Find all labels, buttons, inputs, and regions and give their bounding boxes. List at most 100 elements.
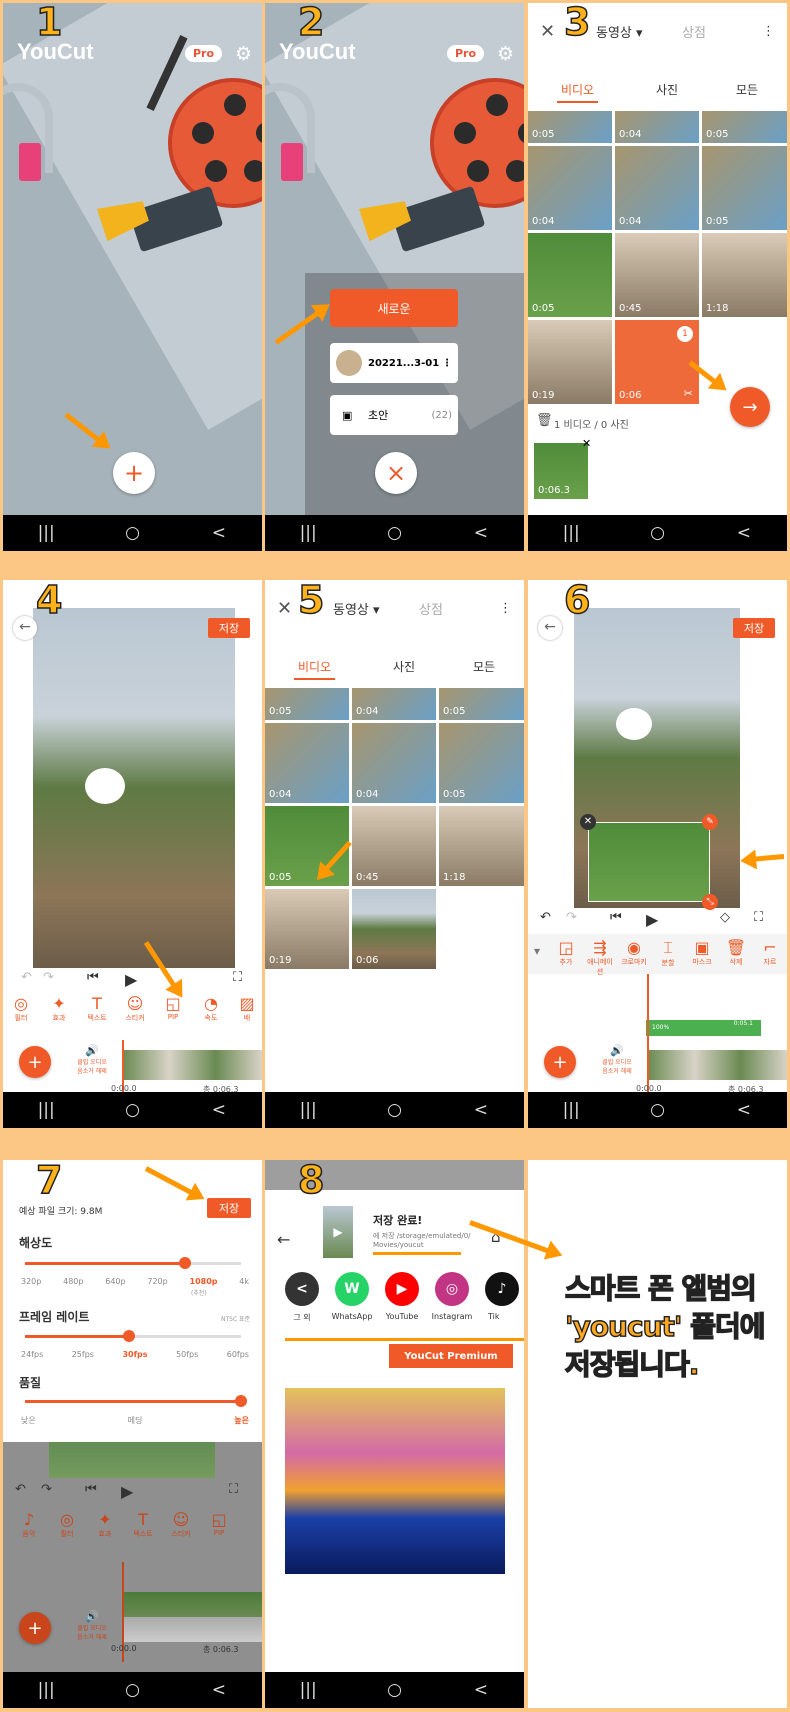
thumbnail[interactable]: 0:06 (352, 889, 436, 969)
play-icon[interactable]: ▶ (646, 910, 658, 929)
tab-video[interactable]: 비디오 (556, 81, 599, 103)
pip-overlay[interactable] (588, 822, 710, 902)
selected-thumbnail[interactable]: 0:06.3 (534, 443, 588, 499)
playhead[interactable] (647, 974, 649, 1096)
trash-icon[interactable]: 🗑 (536, 413, 553, 428)
add-clip-button[interactable]: + (544, 1046, 576, 1078)
tool-more[interactable]: ▨ 배 (231, 994, 262, 1023)
tool-delete[interactable]: 🗑 삭제 (720, 938, 752, 967)
redo-icon[interactable]: ↷ (41, 1482, 52, 1497)
tool-filter[interactable]: ◎ 필터 (51, 1510, 83, 1539)
gear-icon[interactable]: ⚙ (235, 43, 252, 65)
tool-effect[interactable]: ✦ 효과 (89, 1510, 121, 1539)
tool-effect[interactable]: ✦ 효과 (43, 994, 75, 1023)
tool-filter[interactable]: ◎ 필터 (5, 994, 37, 1023)
close-icon[interactable]: ✕ (277, 598, 292, 619)
thumbnail[interactable]: 0:05 (702, 111, 787, 143)
framerate-slider[interactable] (25, 1330, 241, 1342)
collapse-icon[interactable]: ▾ (534, 944, 540, 958)
recents-button[interactable]: ||| (31, 1680, 61, 1700)
instagram-icon[interactable]: ◎ (435, 1272, 469, 1306)
home-button[interactable]: ○ (379, 1680, 409, 1700)
tool-pip[interactable]: ◱ PIP (203, 1510, 235, 1537)
media-type-dropdown[interactable]: 동영상 ▾ (596, 22, 643, 41)
tool-text[interactable]: T 텍스트 (127, 1510, 159, 1539)
close-menu-button[interactable]: × (375, 452, 417, 494)
back-button[interactable]: < (729, 523, 759, 543)
home-button[interactable]: ○ (642, 1100, 672, 1120)
project-item[interactable]: 20221...3-01 ⋮ (330, 343, 458, 383)
pro-badge[interactable]: Pro (185, 45, 223, 62)
save-button[interactable]: 저장 (208, 618, 250, 638)
redo-icon[interactable]: ↷ (43, 970, 54, 985)
fullscreen-icon[interactable]: ⛶ (233, 970, 242, 985)
media-type-dropdown[interactable]: 동영상 ▾ (333, 599, 380, 618)
tab-photo[interactable]: 사진 (393, 658, 415, 692)
recents-button[interactable]: ||| (556, 523, 586, 543)
thumbnail[interactable]: 1:18 (439, 806, 524, 886)
home-button[interactable]: ○ (379, 523, 409, 543)
back-arrow-icon[interactable]: ← (13, 616, 37, 640)
recents-button[interactable]: ||| (293, 523, 323, 543)
timeline[interactable] (123, 1592, 262, 1642)
thumbnail[interactable]: 1:18 (702, 233, 787, 317)
keyframe-icon[interactable]: ◇ (720, 910, 730, 925)
audio-toggle[interactable]: 🔊 클립 오디오 음소거 해제 (594, 1044, 640, 1075)
ad-image[interactable] (285, 1388, 505, 1574)
store-link[interactable]: 상점 (682, 22, 706, 41)
thumbnail[interactable]: 0:05 (528, 111, 612, 143)
tiktok-icon[interactable]: ♪ (485, 1272, 519, 1306)
play-icon[interactable]: ▶ (125, 970, 137, 989)
more-icon[interactable]: ⋮ (499, 601, 512, 616)
thumbnail[interactable]: 0:19 (265, 889, 349, 969)
thumbnail[interactable]: 0:05 (528, 233, 612, 317)
audio-toggle[interactable]: 🔊 클립 오디오 음소거 해제 (69, 1610, 115, 1641)
thumbnail[interactable]: 0:05 (702, 146, 787, 230)
drafts-item[interactable]: ▣ 초안 (22) (330, 395, 458, 435)
tool-chroma[interactable]: ◉ 크로마키 (618, 938, 650, 967)
pip-track[interactable]: 100% 0:05.1 (646, 1020, 761, 1036)
scissors-icon[interactable]: ✂ (684, 387, 693, 400)
add-clip-button[interactable]: + (19, 1046, 51, 1078)
back-button[interactable]: < (466, 523, 496, 543)
back-arrow-icon[interactable]: ← (277, 1230, 290, 1249)
whatsapp-icon[interactable]: W (335, 1272, 369, 1306)
fullscreen-icon[interactable]: ⛶ (754, 910, 763, 925)
tool-music[interactable]: ♪ 음악 (13, 1510, 45, 1539)
back-button[interactable]: < (729, 1100, 759, 1120)
tab-video[interactable]: 비디오 (293, 658, 336, 680)
recents-button[interactable]: ||| (31, 1100, 61, 1120)
thumbnail[interactable]: 0:45 (352, 806, 436, 886)
tool-animation[interactable]: ⇶ 애니메이션 (584, 938, 616, 977)
thumbnail[interactable]: 0:04 (265, 723, 349, 803)
pip-resize-icon[interactable]: ⤡ (702, 894, 718, 910)
store-link[interactable]: 상점 (419, 599, 443, 618)
thumbnail[interactable]: 0:05 (265, 806, 349, 886)
home-button[interactable]: ○ (379, 1100, 409, 1120)
resolution-slider[interactable] (25, 1257, 241, 1269)
thumbnail[interactable]: 0:05 (439, 723, 524, 803)
tab-photo[interactable]: 사진 (656, 81, 678, 115)
back-button[interactable]: < (466, 1680, 496, 1700)
thumbnail[interactable]: 0:04 (352, 723, 436, 803)
home-button[interactable]: ○ (117, 1680, 147, 1700)
new-project-button[interactable]: 새로운 (330, 289, 458, 327)
remove-icon[interactable]: ✕ (582, 437, 591, 450)
fullscreen-icon[interactable]: ⛶ (229, 1482, 238, 1497)
export-thumbnail[interactable]: ▶ (323, 1206, 353, 1258)
undo-icon[interactable]: ↶ (15, 1482, 26, 1497)
thumbnail[interactable]: 0:45 (615, 233, 699, 317)
audio-toggle[interactable]: 🔊 클립 오디오 음소거 해제 (69, 1044, 115, 1075)
recents-button[interactable]: ||| (31, 523, 61, 543)
back-button[interactable]: < (204, 523, 234, 543)
back-button[interactable]: < (204, 1680, 234, 1700)
timeline[interactable] (648, 1050, 787, 1080)
tool-speed[interactable]: ◔ 속도 (195, 994, 227, 1023)
recents-button[interactable]: ||| (556, 1100, 586, 1120)
more-icon[interactable]: ⋮ (762, 24, 775, 39)
thumbnail[interactable]: 0:19 (528, 320, 612, 404)
thumbnail[interactable]: 0:04 (352, 688, 436, 720)
tool-crop[interactable]: ⌐ 자르 (754, 938, 786, 967)
tab-all[interactable]: 모든 (736, 81, 758, 115)
undo-icon[interactable]: ↶ (540, 910, 551, 925)
